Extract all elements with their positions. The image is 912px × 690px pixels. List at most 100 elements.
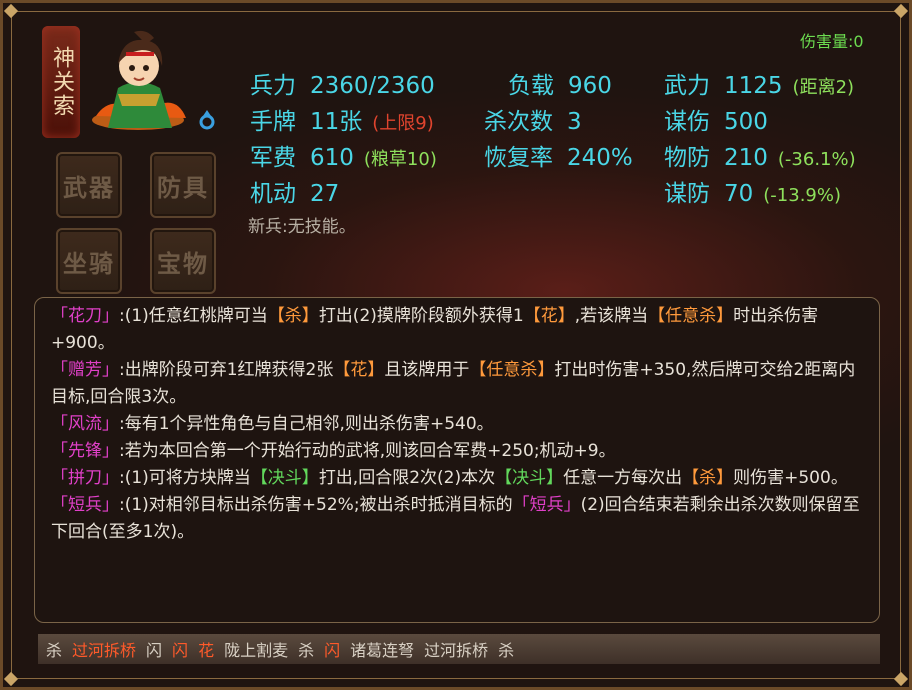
mount-slot[interactable]: 坐骑 <box>56 228 122 294</box>
weapon-slot-label: 武器 <box>63 173 115 202</box>
skill-keyword: 【任意杀】 <box>648 306 734 326</box>
stat-value: 1125 <box>724 73 783 99</box>
deck-card[interactable]: 闪 <box>172 637 188 661</box>
skill-text: 打出,回合限2次(2)本次 <box>318 468 496 488</box>
skill-text: 打出(2)摸牌阶段额外获得1 <box>318 306 524 326</box>
skill-text: 则伤害+500。 <box>733 468 848 488</box>
skill-keyword: 【花】 <box>523 306 575 326</box>
stat-strategy-defense: 谋防 70 (-13.9%) <box>664 174 841 208</box>
skill-description-panel[interactable]: 「花刀」:(1)任意红桃牌可当【杀】打出(2)摸牌阶段额外获得1【花】,若该牌当… <box>34 297 880 623</box>
stat-value: 11张 <box>310 109 363 135</box>
passive-skill-text: 新兵:无技能。 <box>248 217 356 237</box>
skill-keyword: 【花】 <box>333 360 385 380</box>
skill-entry: 「先锋」:若为本回合第一个开始行动的武将,则该回合军费+250;机动+9。 <box>51 438 865 465</box>
skill-entry: 「风流」:每有1个异性角色与自己相邻,则出杀伤害+540。 <box>51 411 865 438</box>
corner-ornament <box>3 671 19 687</box>
skill-keyword: 【杀】 <box>682 468 734 488</box>
skill-text: 且该牌用于 <box>384 360 470 380</box>
skill-entry: 「短兵」:(1)对相邻目标出杀伤害+52%;被出杀时抵消目标的「短兵」(2)回合… <box>51 492 865 546</box>
skill-keyword: 【决斗】 <box>250 468 319 488</box>
deck-card[interactable]: 杀 <box>498 637 514 661</box>
corner-ornament <box>3 3 19 19</box>
deck-card-list: 杀过河拆桥闪闪花陇上割麦杀闪诸葛连弩 过河拆桥杀 <box>38 634 880 664</box>
stat-note: (-13.9%) <box>763 185 842 206</box>
stat-label: 机动 <box>250 181 296 207</box>
stat-note: (-36.1%) <box>777 149 856 170</box>
stat-value: 500 <box>724 109 768 135</box>
stat-value: 610 <box>310 145 354 171</box>
stat-value: 960 <box>568 73 612 99</box>
stat-label: 谋防 <box>664 181 710 207</box>
stat-load: 负载 960 <box>508 66 612 100</box>
stat-label: 手牌 <box>250 109 296 135</box>
skill-entry: 「拼刀」:(1)可将方块牌当【决斗】打出,回合限2次(2)本次【决斗】任意一方每… <box>51 465 865 492</box>
stat-note: (上限9) <box>372 113 434 134</box>
stat-label: 杀次数 <box>484 109 553 135</box>
stat-physical-defense: 物防 210 (-36.1%) <box>664 138 856 172</box>
corner-ornament <box>893 3 909 19</box>
mount-slot-label: 坐骑 <box>63 249 115 278</box>
stat-label: 武力 <box>664 73 710 99</box>
skill-name[interactable]: 「赠芳」 <box>51 360 119 380</box>
skill-entry: 「花刀」:(1)任意红桃牌可当【杀】打出(2)摸牌阶段额外获得1【花】,若该牌当… <box>51 303 865 357</box>
skill-text: :每有1个异性角色与自己相邻,则出杀伤害+540。 <box>119 414 494 434</box>
dragon-emblem-icon <box>196 108 218 130</box>
skill-name[interactable]: 「短兵」 <box>51 495 119 515</box>
stat-note: (粮草10) <box>363 149 437 170</box>
stat-troops: 兵力 2360/2360 <box>250 66 435 100</box>
stat-recovery: 恢复率 240% <box>484 138 633 172</box>
skill-text: :(1)对相邻目标出杀伤害+52%;被出杀时抵消目标的 <box>119 495 513 515</box>
stat-military-fee: 军费 610 (粮草10) <box>250 138 437 172</box>
stat-mobility: 机动 27 <box>250 174 339 208</box>
stat-value: 27 <box>310 181 340 207</box>
stat-label: 谋伤 <box>664 109 710 135</box>
skill-name[interactable]: 「花刀」 <box>51 306 119 326</box>
skill-keyword: 【决斗】 <box>495 468 564 488</box>
stat-strategy-damage: 谋伤 500 <box>664 102 768 136</box>
deck-card[interactable]: 杀 <box>298 637 314 661</box>
skill-keyword: 「短兵」 <box>512 495 581 515</box>
stat-label: 负载 <box>508 73 554 99</box>
armor-slot[interactable]: 防具 <box>150 152 216 218</box>
skill-text: :出牌阶段可弃1红牌获得2张 <box>119 360 334 380</box>
deck-card[interactable]: 闪 <box>146 637 162 661</box>
skill-keyword: 【杀】 <box>267 306 319 326</box>
armor-slot-label: 防具 <box>157 173 209 202</box>
deck-card[interactable]: 过河拆桥 <box>72 637 136 661</box>
stat-value: 70 <box>724 181 754 207</box>
corner-ornament <box>893 671 909 687</box>
stat-force: 武力 1125 (距离2) <box>664 66 854 100</box>
deck-card[interactable]: 诸葛连弩 <box>350 637 414 661</box>
deck-card[interactable]: 花 <box>198 637 214 661</box>
skill-keyword: 【任意杀】 <box>469 360 555 380</box>
skill-text: ,若该牌当 <box>574 306 649 326</box>
skill-name[interactable]: 「先锋」 <box>51 441 119 461</box>
stat-note: (距离2) <box>792 77 855 98</box>
stat-label: 恢复率 <box>484 145 553 171</box>
skill-text: :若为本回合第一个开始行动的武将,则该回合军费+250;机动+9。 <box>119 441 616 461</box>
deck-card[interactable]: 陇上割麦 <box>224 637 288 661</box>
hero-portrait <box>88 28 190 132</box>
deck-card[interactable]: 杀 <box>46 637 62 661</box>
skill-name[interactable]: 「风流」 <box>51 414 119 434</box>
stat-label: 军费 <box>250 145 296 171</box>
hero-name: 神关索 <box>42 26 80 138</box>
stat-value: 240% <box>567 145 633 171</box>
treasure-slot[interactable]: 宝物 <box>150 228 216 294</box>
deck-card[interactable]: 闪 <box>324 637 340 661</box>
weapon-slot[interactable]: 武器 <box>56 152 122 218</box>
damage-counter: 伤害量:0 <box>800 32 864 51</box>
stat-value: 3 <box>567 109 582 135</box>
skill-text: 任意一方每次出 <box>563 468 683 488</box>
stat-label: 物防 <box>664 145 710 171</box>
deck-card[interactable]: 过河拆桥 <box>424 637 488 661</box>
stat-kill-count: 杀次数 3 <box>484 102 582 136</box>
treasure-slot-label: 宝物 <box>157 249 209 278</box>
skill-text: :(1)可将方块牌当 <box>119 468 251 488</box>
skill-text: :(1)任意红桃牌可当 <box>119 306 268 326</box>
stat-label: 兵力 <box>250 73 296 99</box>
skill-name[interactable]: 「拼刀」 <box>51 468 119 488</box>
skill-entry: 「赠芳」:出牌阶段可弃1红牌获得2张【花】且该牌用于【任意杀】打出时伤害+350… <box>51 357 865 411</box>
stat-value: 210 <box>724 145 768 171</box>
stat-value: 2360/2360 <box>310 73 435 99</box>
